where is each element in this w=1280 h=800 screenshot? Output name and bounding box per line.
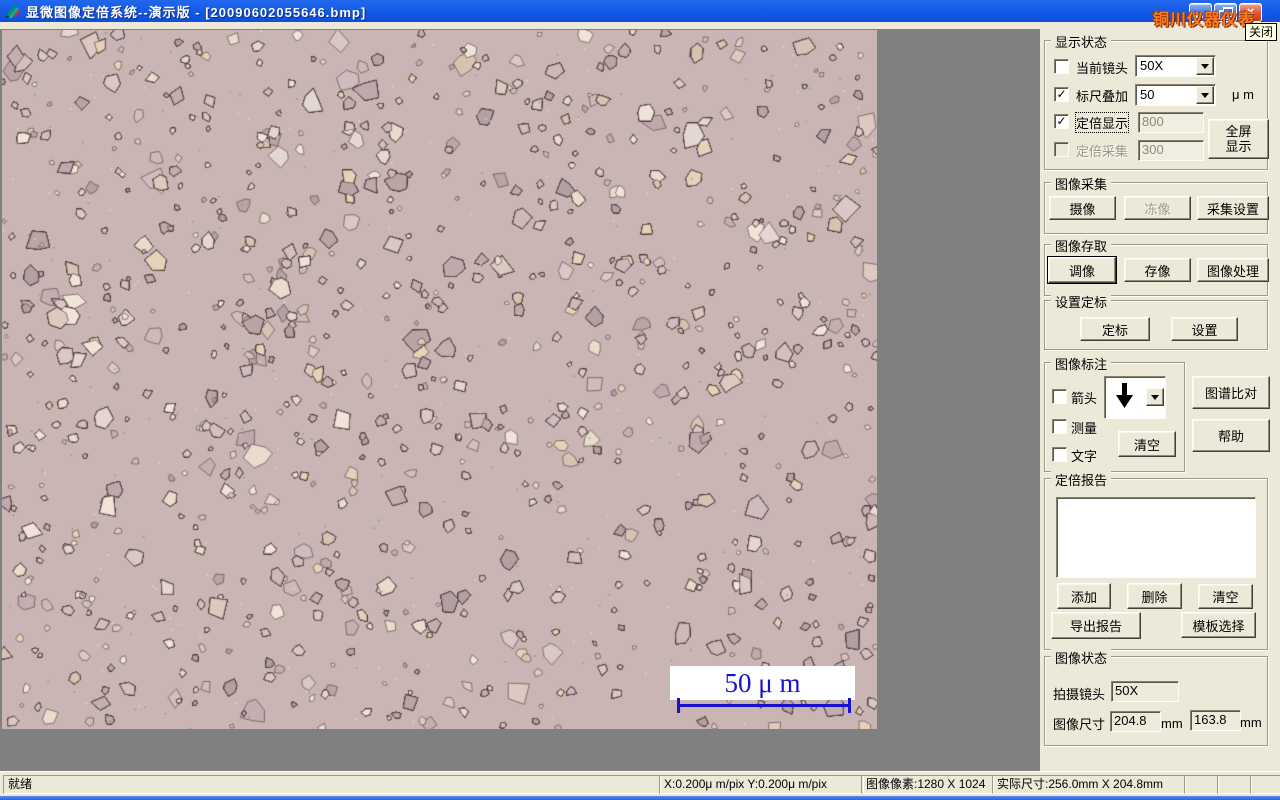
app-window: 显微图像定倍系统--演示版 - [20090602055646.bmp] × 铜…: [0, 0, 1280, 800]
control-panel: 显示状态 当前镜头 50X ✓ 标尺叠加 50 μ m ✓ 定倍显示 800 定…: [1040, 29, 1280, 771]
window-bottom-edge: [0, 796, 1280, 800]
field-image-width: 204.8: [1110, 711, 1161, 732]
group-image-status-title: 图像状态: [1051, 648, 1112, 667]
minimize-icon: [1194, 15, 1203, 18]
calibration-settings-button[interactable]: 设置: [1171, 317, 1238, 341]
combo-scale-overlay-dropdown[interactable]: [1196, 86, 1214, 104]
label-measure: 测量: [1071, 421, 1098, 436]
status-ready: 就绪: [3, 775, 661, 794]
group-storage-title: 图像存取: [1051, 236, 1112, 255]
group-display-status-title: 显示状态: [1051, 32, 1112, 51]
group-calibration-title: 设置定标: [1051, 292, 1112, 311]
help-button[interactable]: 帮助: [1192, 419, 1270, 452]
shoot-button[interactable]: 摄像: [1049, 196, 1116, 220]
label-fixed-capture: 定倍采集: [1076, 144, 1129, 159]
restore-button[interactable]: [1214, 3, 1237, 22]
arrow-style-combo[interactable]: [1104, 376, 1166, 419]
label-width-unit: mm: [1161, 716, 1183, 731]
chevron-down-icon: [1201, 92, 1209, 98]
template-select-button[interactable]: 模板选择: [1181, 612, 1256, 638]
group-annotation-title: 图像标注: [1051, 354, 1112, 373]
status-pixels: 图像像素:1280 X 1024: [861, 775, 994, 794]
atlas-compare-button[interactable]: 图谱比对: [1192, 376, 1270, 409]
freeze-button: 冻像: [1124, 196, 1191, 220]
load-image-button[interactable]: 调像: [1048, 257, 1116, 283]
status-actual-size: 实际尺寸:256.0mm X 204.8mm: [992, 775, 1186, 794]
status-spare-2: [1217, 775, 1252, 794]
minimize-button[interactable]: [1189, 3, 1212, 22]
checkbox-current-lens[interactable]: [1054, 59, 1069, 74]
status-bar: 就绪 X:0.200μ m/pix Y:0.200μ m/pix 图像像素:12…: [0, 771, 1280, 797]
report-listbox[interactable]: [1056, 497, 1256, 578]
chevron-down-icon: [1201, 63, 1209, 69]
report-clear-button[interactable]: 清空: [1198, 584, 1253, 609]
label-current-lens: 当前镜头: [1076, 61, 1129, 76]
scale-bar-line: [677, 698, 851, 713]
combo-current-lens-dropdown[interactable]: [1196, 57, 1214, 75]
field-image-height: 163.8: [1190, 710, 1241, 731]
chevron-down-icon: [1151, 394, 1159, 400]
status-spare-1: [1184, 775, 1219, 794]
label-capture-lens: 拍摄镜头: [1053, 687, 1106, 702]
close-button[interactable]: ×: [1239, 3, 1262, 22]
micrograph-image[interactable]: [2, 30, 877, 729]
app-icon[interactable]: [5, 3, 21, 19]
label-height-unit: mm: [1240, 715, 1262, 730]
checkbox-measure[interactable]: [1052, 419, 1067, 434]
capture-settings-button[interactable]: 采集设置: [1197, 196, 1269, 220]
arrow-down-glyph-icon: [1116, 383, 1133, 408]
status-spare-3: [1250, 775, 1280, 794]
image-process-button[interactable]: 图像处理: [1197, 258, 1269, 282]
export-report-button[interactable]: 导出报告: [1051, 612, 1141, 639]
report-add-button[interactable]: 添加: [1057, 583, 1111, 609]
save-image-button[interactable]: 存像: [1124, 258, 1191, 282]
checkbox-scale-overlay[interactable]: ✓: [1054, 87, 1069, 102]
checkbox-fixed-display[interactable]: ✓: [1054, 114, 1069, 129]
arrow-style-dropdown[interactable]: [1146, 388, 1164, 406]
label-fixed-display: 定倍显示: [1074, 112, 1130, 133]
checkbox-arrow[interactable]: [1052, 389, 1067, 404]
combo-scale-overlay[interactable]: 50: [1135, 84, 1216, 106]
field-capture-lens: 50X: [1111, 681, 1179, 702]
title-bar[interactable]: 显微图像定倍系统--演示版 - [20090602055646.bmp] ×: [0, 0, 1280, 22]
window-title: 显微图像定倍系统--演示版 - [20090602055646.bmp]: [26, 4, 367, 20]
fullscreen-button[interactable]: 全屏 显示: [1208, 119, 1269, 159]
group-capture-title: 图像采集: [1051, 174, 1112, 193]
scale-bar-label: 50 μ m: [670, 666, 855, 700]
label-scale-overlay: 标尺叠加: [1076, 89, 1129, 104]
checkbox-text[interactable]: [1052, 447, 1067, 462]
input-fixed-capture: 300: [1138, 140, 1204, 161]
combo-current-lens[interactable]: 50X: [1135, 55, 1216, 77]
label-text: 文字: [1071, 449, 1098, 464]
report-delete-button[interactable]: 删除: [1127, 583, 1182, 609]
checkbox-fixed-capture: [1054, 142, 1069, 157]
label-arrow: 箭头: [1071, 391, 1098, 406]
close-icon: ×: [1246, 4, 1255, 19]
calibrate-button[interactable]: 定标: [1080, 317, 1150, 341]
status-scale: X:0.200μ m/pix Y:0.200μ m/pix: [659, 775, 864, 794]
input-fixed-display: 800: [1138, 112, 1204, 133]
close-tooltip: 关闭: [1245, 23, 1278, 41]
label-micron-unit: μ m: [1232, 87, 1254, 102]
group-report-title: 定倍报告: [1051, 470, 1112, 489]
annotation-clear-button[interactable]: 清空: [1118, 431, 1176, 457]
label-image-size: 图像尺寸: [1053, 717, 1106, 732]
